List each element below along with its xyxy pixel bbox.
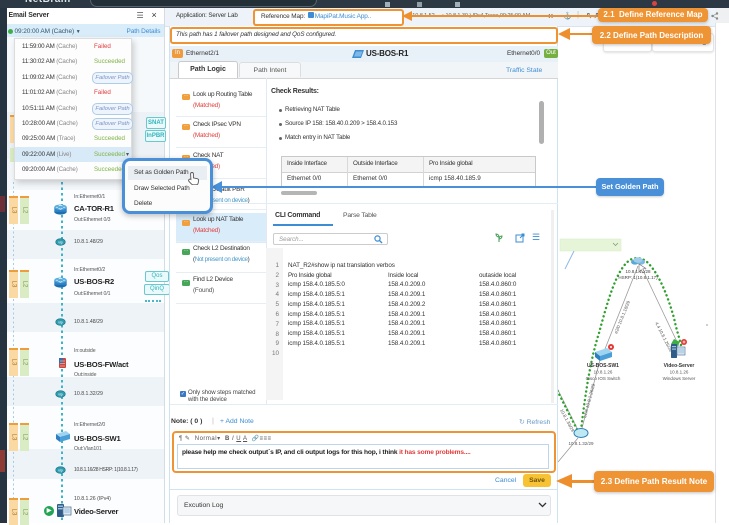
svg-text:10.8.1.32/29: 10.8.1.32/29 xyxy=(568,441,594,446)
svg-text:10.8.1.16/28: 10.8.1.16/28 xyxy=(625,269,651,274)
svg-text:10.8.1.26: 10.8.1.26 xyxy=(670,370,689,375)
svg-text:US-BOS-SW1: US-BOS-SW1 xyxy=(587,363,619,369)
svg-text:Video-Server: Video-Server xyxy=(664,363,695,369)
svg-text:4.4 10.8.1.26/28: 4.4 10.8.1.26/28 xyxy=(654,321,673,353)
svg-text:10.8.1.26: 10.8.1.26 xyxy=(594,370,613,375)
svg-text:Cisco IOS Switch: Cisco IOS Switch xyxy=(586,376,621,381)
svg-text:HSRP: 1(10.8.1.17): HSRP: 1(10.8.1.17) xyxy=(618,275,658,280)
svg-text:Windows Server: Windows Server xyxy=(663,376,696,381)
